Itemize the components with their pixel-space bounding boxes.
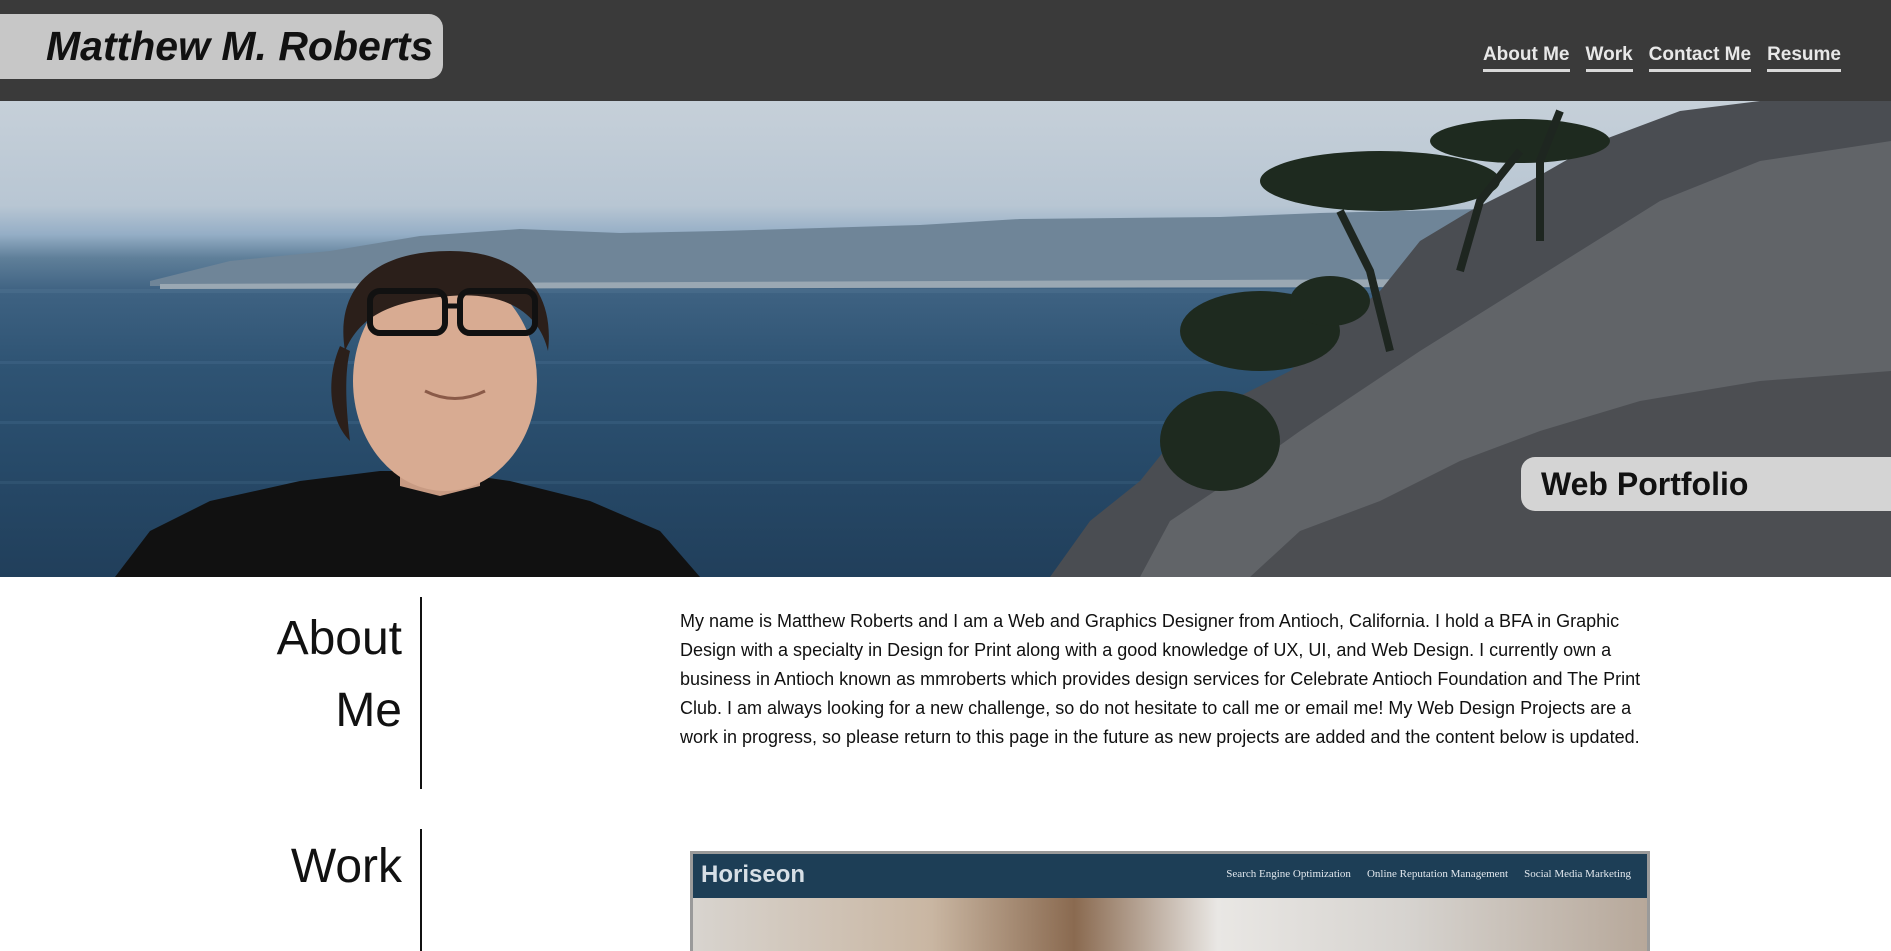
site-title[interactable]: Matthew M. Roberts xyxy=(46,23,433,70)
tree-canopy xyxy=(1160,391,1280,491)
site-header: Matthew M. Roberts About Me Work Contact… xyxy=(0,0,1891,101)
tree-canopy xyxy=(1290,276,1370,326)
portrait-person xyxy=(115,251,700,577)
project-logo: Horiseon xyxy=(701,861,806,888)
distant-coastline xyxy=(150,209,1480,286)
nav-link-work[interactable]: Work xyxy=(1585,44,1633,72)
project-nav-item: Search Engine Optimization xyxy=(1226,868,1351,880)
work-divider xyxy=(420,829,422,951)
project-preview-nav: Search Engine Optimization Online Reputa… xyxy=(1226,868,1631,880)
web-portfolio-label: Web Portfolio xyxy=(1541,465,1749,502)
work-heading: Work xyxy=(290,840,402,893)
web-portfolio-tag: Web Portfolio xyxy=(1521,457,1891,511)
about-divider xyxy=(420,597,422,789)
project-preview-image xyxy=(693,898,1647,951)
site-title-badge[interactable]: Matthew M. Roberts xyxy=(0,14,443,79)
project-preview-header: Horiseon Search Engine Optimization Onli… xyxy=(693,854,1647,898)
main-content: About Me My name is Matthew Roberts and … xyxy=(0,577,1891,951)
about-me-heading: About Me xyxy=(222,603,402,747)
about-heading-line2: Me xyxy=(335,684,402,737)
about-me-text: My name is Matthew Roberts and I am a We… xyxy=(680,611,1641,747)
project-nav-item: Social Media Marketing xyxy=(1524,868,1631,880)
hair-side xyxy=(331,346,350,441)
main-nav: About Me Work Contact Me Resume xyxy=(1482,44,1841,72)
about-heading-line1: About xyxy=(276,612,402,665)
tree-canopy xyxy=(1260,151,1500,211)
hero-banner: Web Portfolio xyxy=(0,101,1891,577)
project-card-horiseon[interactable]: Horiseon Search Engine Optimization Onli… xyxy=(690,851,1650,951)
nav-link-resume[interactable]: Resume xyxy=(1767,44,1841,72)
nav-link-about-me[interactable]: About Me xyxy=(1482,44,1570,72)
nav-link-contact-me[interactable]: Contact Me xyxy=(1648,44,1752,72)
project-nav-item: Online Reputation Management xyxy=(1366,868,1509,880)
